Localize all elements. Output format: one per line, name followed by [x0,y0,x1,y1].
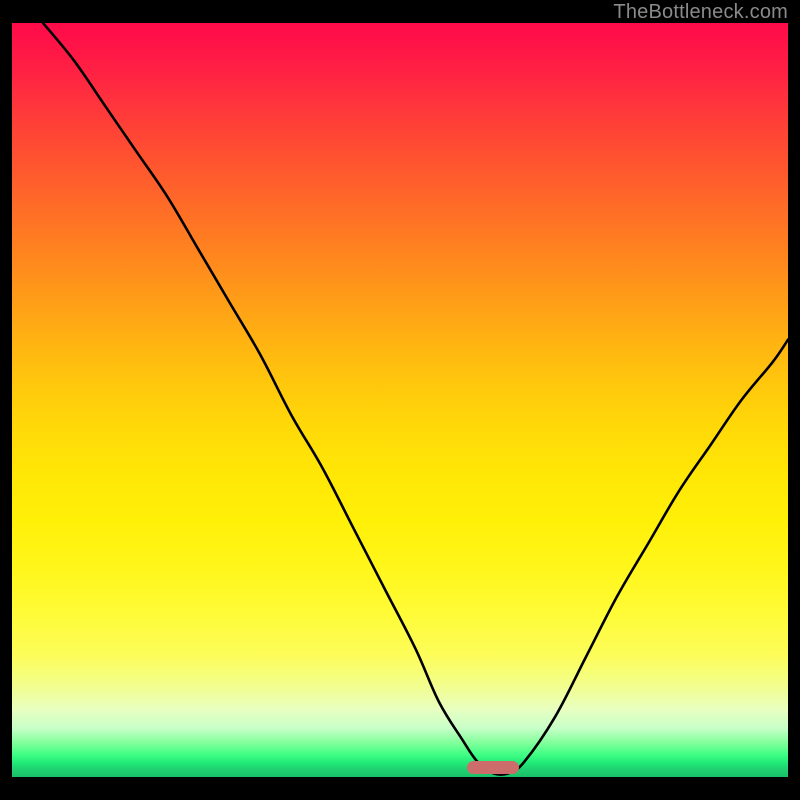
plot-area [12,23,788,777]
chart-container: TheBottleneck.com [0,0,800,800]
bottleneck-curve [43,23,788,775]
attribution-text: TheBottleneck.com [613,1,788,24]
minimum-marker [467,761,519,774]
bottleneck-curve-svg [12,23,788,777]
